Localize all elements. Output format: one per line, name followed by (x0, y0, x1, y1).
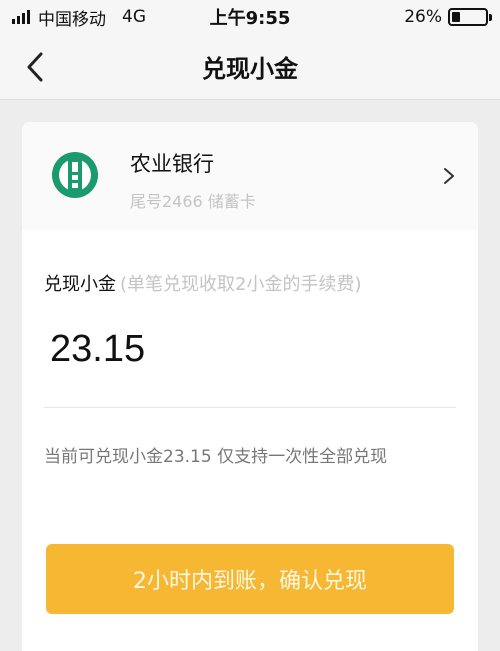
page-title: 兑现小金 (202, 55, 298, 83)
back-button[interactable] (18, 50, 52, 84)
carrier-label: 中国移动 (38, 9, 106, 30)
divider (44, 407, 456, 408)
redeem-label-row: 兑现小金 (单笔兑现收取2小金的手续费) (44, 270, 362, 296)
redeem-fee-hint: (单笔兑现收取2小金的手续费) (120, 274, 362, 295)
battery-icon (448, 8, 492, 26)
redeem-amount-input[interactable]: 23.15 (50, 328, 145, 371)
agricultural-bank-logo-icon (52, 152, 98, 198)
status-bar-right: 26% (404, 7, 492, 27)
confirm-redeem-button[interactable]: 2小时内到账，确认兑现 (46, 544, 454, 614)
redeem-info: 当前可兑现小金23.15 仅支持一次性全部兑现 (44, 447, 388, 467)
bank-card-selector[interactable]: 农业银行 尾号2466 储蓄卡 (22, 122, 478, 230)
redeem-card: 农业银行 尾号2466 储蓄卡 兑现小金 (单笔兑现收取2小金的手续费) 23.1… (22, 122, 478, 651)
bank-card-info: 尾号2466 储蓄卡 (130, 192, 256, 211)
bank-name: 农业银行 (130, 152, 214, 176)
status-bar: 中国移动 4G 上午9:55 26% (0, 0, 500, 34)
network-label: 4G (122, 7, 146, 27)
chevron-left-icon (27, 52, 43, 82)
chevron-right-icon (444, 168, 454, 184)
status-bar-left: 中国移动 4G (12, 5, 146, 30)
nav-bar: 兑现小金 (0, 34, 500, 100)
battery-fill (452, 12, 461, 22)
signal-icon (12, 10, 30, 24)
battery-percent: 26% (404, 7, 442, 27)
redeem-label: 兑现小金 (44, 274, 116, 295)
